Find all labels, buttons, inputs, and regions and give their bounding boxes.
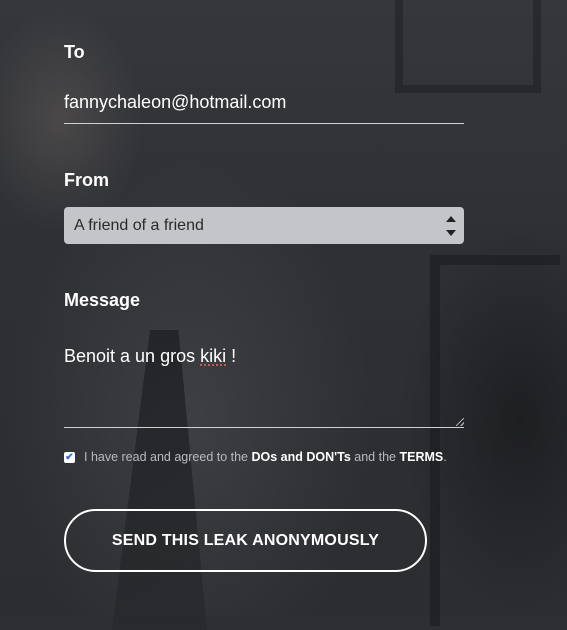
to-label: To — [64, 42, 85, 62]
from-label: From — [64, 170, 109, 190]
terms-link[interactable]: TERMS — [399, 450, 443, 464]
from-selected-value: A friend of a friend — [74, 216, 204, 234]
agreement-row: ✔ I have read and agreed to the DOs and … — [64, 450, 447, 464]
from-select[interactable]: A friend of a friend — [64, 207, 464, 244]
message-text-after: ! — [226, 346, 237, 366]
message-textarea[interactable]: Benoit a un gros kiki ! — [64, 346, 464, 428]
agreement-text-2: and the — [354, 450, 396, 464]
to-email-value: fannychaleon@hotmail.com — [64, 92, 287, 112]
resize-grip-icon[interactable] — [456, 418, 464, 426]
background-door-frame — [430, 255, 560, 626]
agreement-text-1: I have read and agreed to the — [84, 450, 249, 464]
to-email-field[interactable]: fannychaleon@hotmail.com — [64, 92, 464, 124]
message-label: Message — [64, 290, 141, 310]
background-picture-frame — [395, 0, 541, 93]
send-leak-button[interactable]: SEND THIS LEAK ANONYMOUSLY — [64, 509, 427, 572]
checkmark-icon: ✔ — [65, 451, 74, 463]
message-text-before: Benoit a un gros — [64, 346, 201, 366]
agreement-text-3: . — [443, 450, 447, 464]
select-arrows-icon — [446, 216, 456, 236]
message-misspelled-word: kiki — [200, 346, 227, 366]
dos-and-donts-link[interactable]: DOs and DON'Ts — [252, 450, 351, 464]
agreement-checkbox[interactable]: ✔ — [64, 451, 75, 463]
